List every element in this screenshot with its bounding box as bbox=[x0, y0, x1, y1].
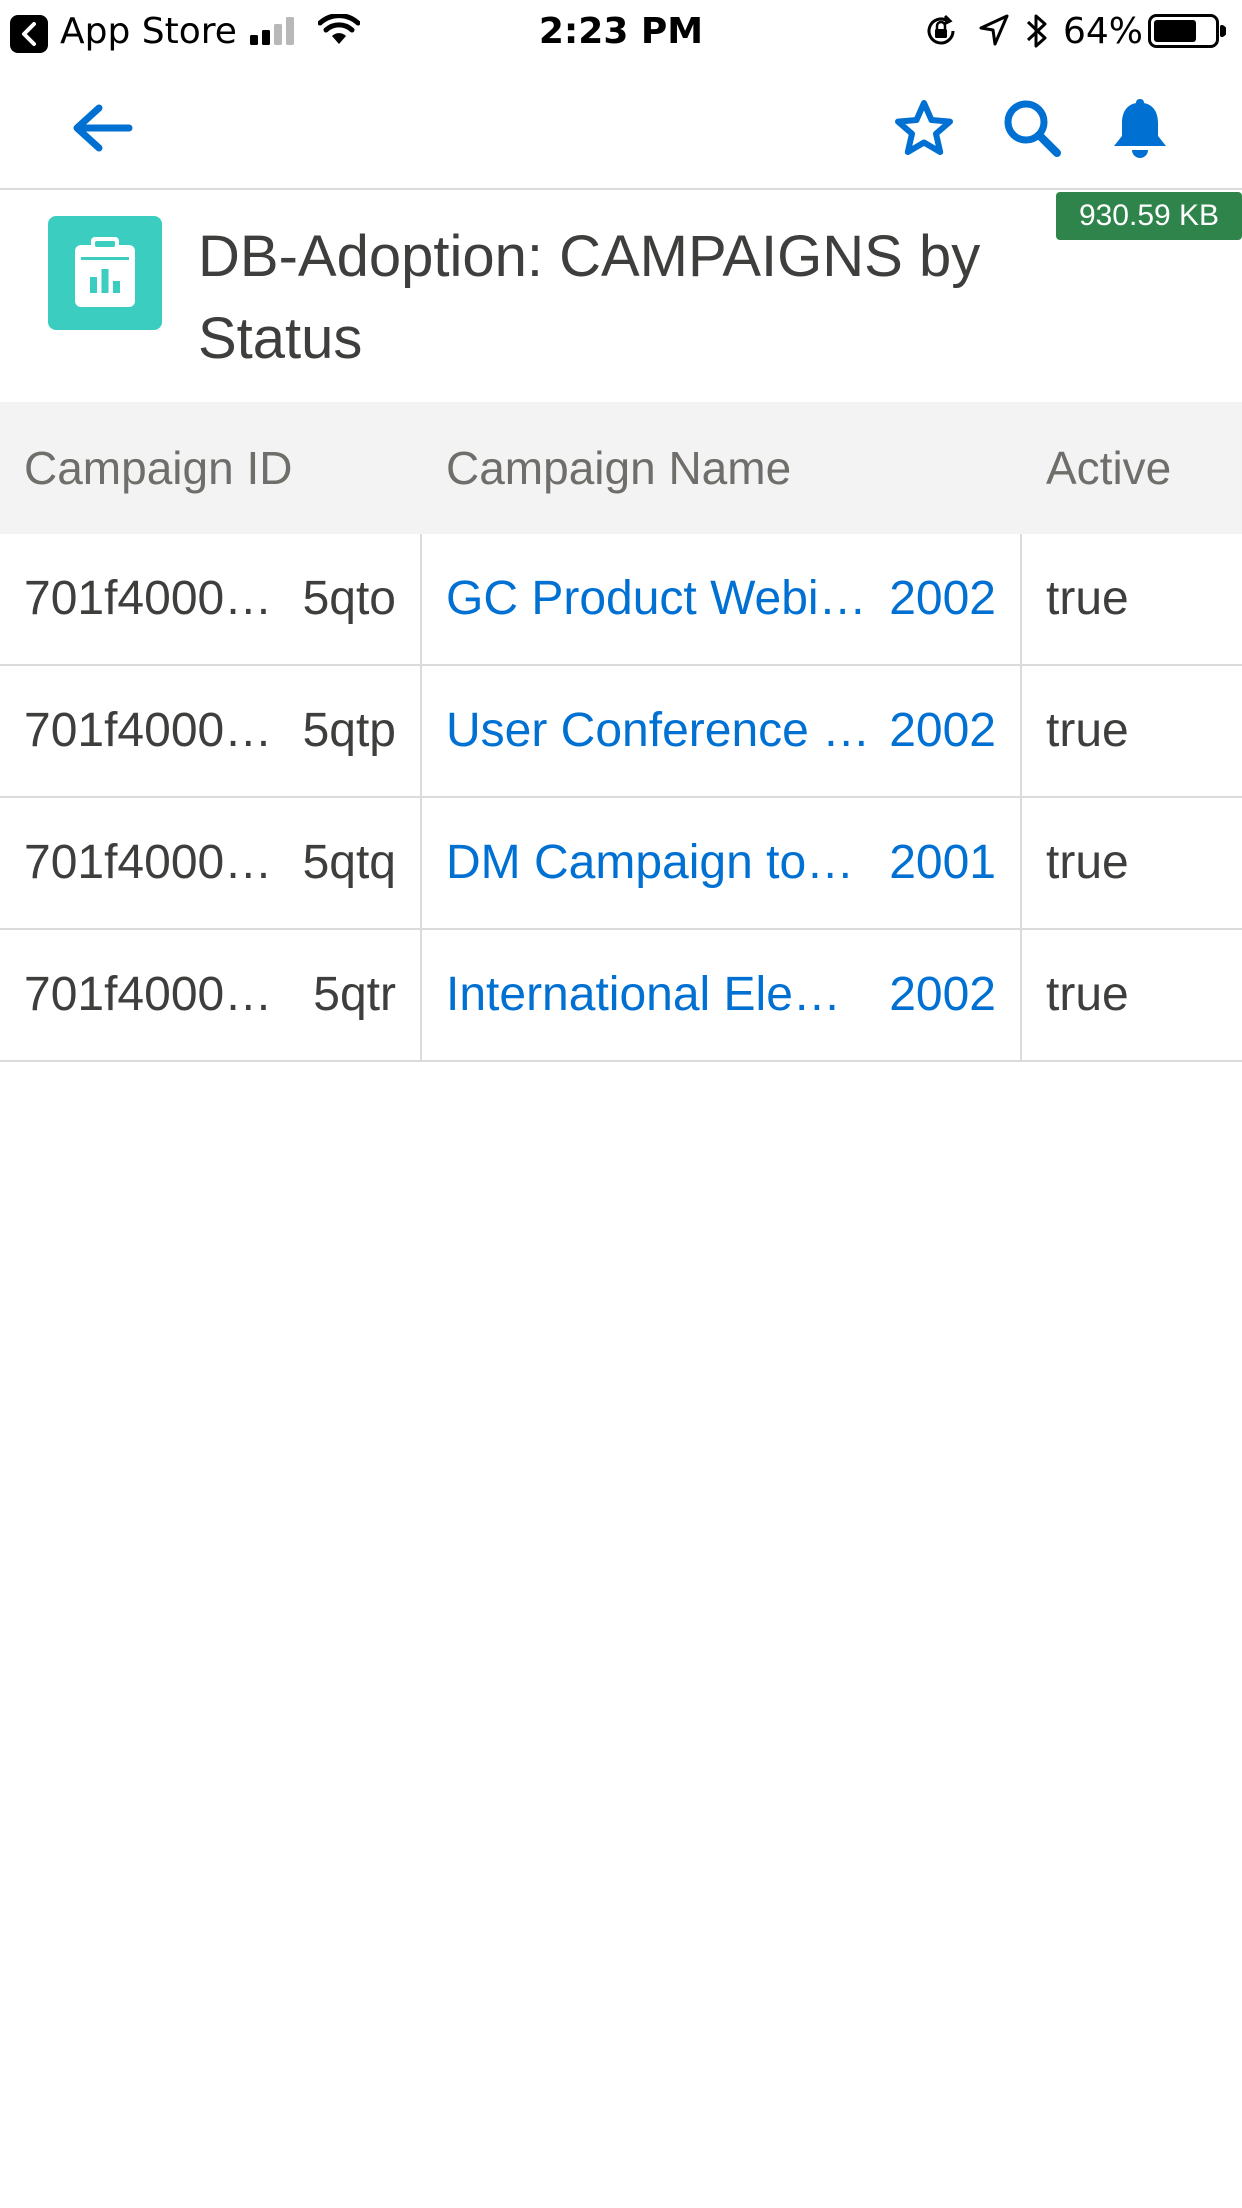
campaign-id-start: 701f4000… bbox=[24, 704, 273, 757]
campaign-id-start: 701f4000… bbox=[24, 572, 273, 625]
campaign-name-link[interactable]: GC Product Webi… 2002 bbox=[422, 534, 1022, 664]
report-icon bbox=[48, 216, 162, 330]
campaign-id-start: 701f4000… bbox=[24, 836, 273, 889]
table-header: Campaign ID Campaign Name Active bbox=[0, 402, 1242, 534]
campaign-year[interactable]: 2001 bbox=[889, 798, 996, 928]
campaign-id-cell: 701f4000… 5qtp bbox=[0, 666, 422, 796]
active-cell: true bbox=[1046, 704, 1129, 757]
table-row[interactable]: 701f4000… 5qtq DM Campaign to… 2001 true bbox=[0, 798, 1242, 930]
campaign-id-cell: 701f4000… 5qtq bbox=[0, 798, 422, 928]
bluetooth-icon bbox=[1025, 12, 1049, 54]
status-bar: App Store 2:23 PM 64% bbox=[0, 0, 1242, 62]
battery-icon bbox=[1148, 14, 1227, 52]
campaign-year[interactable]: 2002 bbox=[889, 666, 996, 796]
search-icon bbox=[1004, 100, 1061, 157]
campaign-name-link[interactable]: DM Campaign to… 2001 bbox=[422, 798, 1022, 928]
table-row[interactable]: 701f4000… 5qtp User Conference … 2002 tr… bbox=[0, 666, 1242, 798]
notifications-button[interactable] bbox=[1102, 90, 1178, 166]
back-button[interactable] bbox=[64, 90, 140, 166]
campaign-year[interactable]: 2002 bbox=[889, 930, 996, 1060]
column-header-campaign-id[interactable]: Campaign ID bbox=[0, 402, 422, 534]
location-icon bbox=[979, 14, 1009, 50]
campaign-id-cell: 701f4000… 5qto bbox=[0, 534, 422, 664]
search-button[interactable] bbox=[994, 90, 1070, 166]
nav-header bbox=[0, 62, 1242, 190]
star-icon bbox=[895, 100, 953, 155]
status-time: 2:23 PM bbox=[538, 11, 704, 52]
active-cell: true bbox=[1046, 836, 1129, 889]
table-row[interactable]: 701f4000… 5qtr International Ele… 2002 t… bbox=[0, 930, 1242, 1062]
campaign-year[interactable]: 2002 bbox=[889, 534, 996, 664]
campaign-name-link[interactable]: International Ele… 2002 bbox=[422, 930, 1022, 1060]
campaign-id-cell: 701f4000… 5qtr bbox=[0, 930, 422, 1060]
size-badge: 930.59 KB bbox=[1056, 192, 1242, 240]
campaign-name[interactable]: GC Product Webi… bbox=[446, 534, 867, 664]
column-header-active[interactable]: Active bbox=[1022, 402, 1242, 534]
campaign-id-start: 701f4000… bbox=[24, 968, 273, 1021]
campaign-name[interactable]: International Ele… bbox=[446, 930, 841, 1060]
active-cell: true bbox=[1046, 572, 1129, 625]
battery-percentage: 64% bbox=[1063, 11, 1144, 52]
table-row[interactable]: 701f4000… 5qto GC Product Webi… 2002 tru… bbox=[0, 534, 1242, 666]
page-title: DB-Adoption: CAMPAIGNS by Status bbox=[198, 224, 981, 371]
campaign-id-end: 5qtp bbox=[302, 704, 396, 757]
report-table: Campaign ID Campaign Name Active 701f400… bbox=[0, 402, 1242, 1062]
campaign-id-end: 5qtq bbox=[302, 836, 396, 889]
bell-icon bbox=[1114, 99, 1166, 158]
active-cell: true bbox=[1046, 968, 1129, 1021]
campaign-name-link[interactable]: User Conference … 2002 bbox=[422, 666, 1022, 796]
campaign-name[interactable]: User Conference … bbox=[446, 666, 870, 796]
rotation-lock-icon bbox=[923, 13, 959, 53]
campaign-name[interactable]: DM Campaign to… bbox=[446, 798, 854, 928]
campaign-id-end: 5qto bbox=[302, 572, 396, 625]
campaign-id-end: 5qtr bbox=[313, 968, 396, 1021]
back-arrow-icon bbox=[73, 104, 133, 152]
favorite-button[interactable] bbox=[886, 90, 962, 166]
column-header-campaign-name[interactable]: Campaign Name bbox=[422, 402, 1022, 534]
